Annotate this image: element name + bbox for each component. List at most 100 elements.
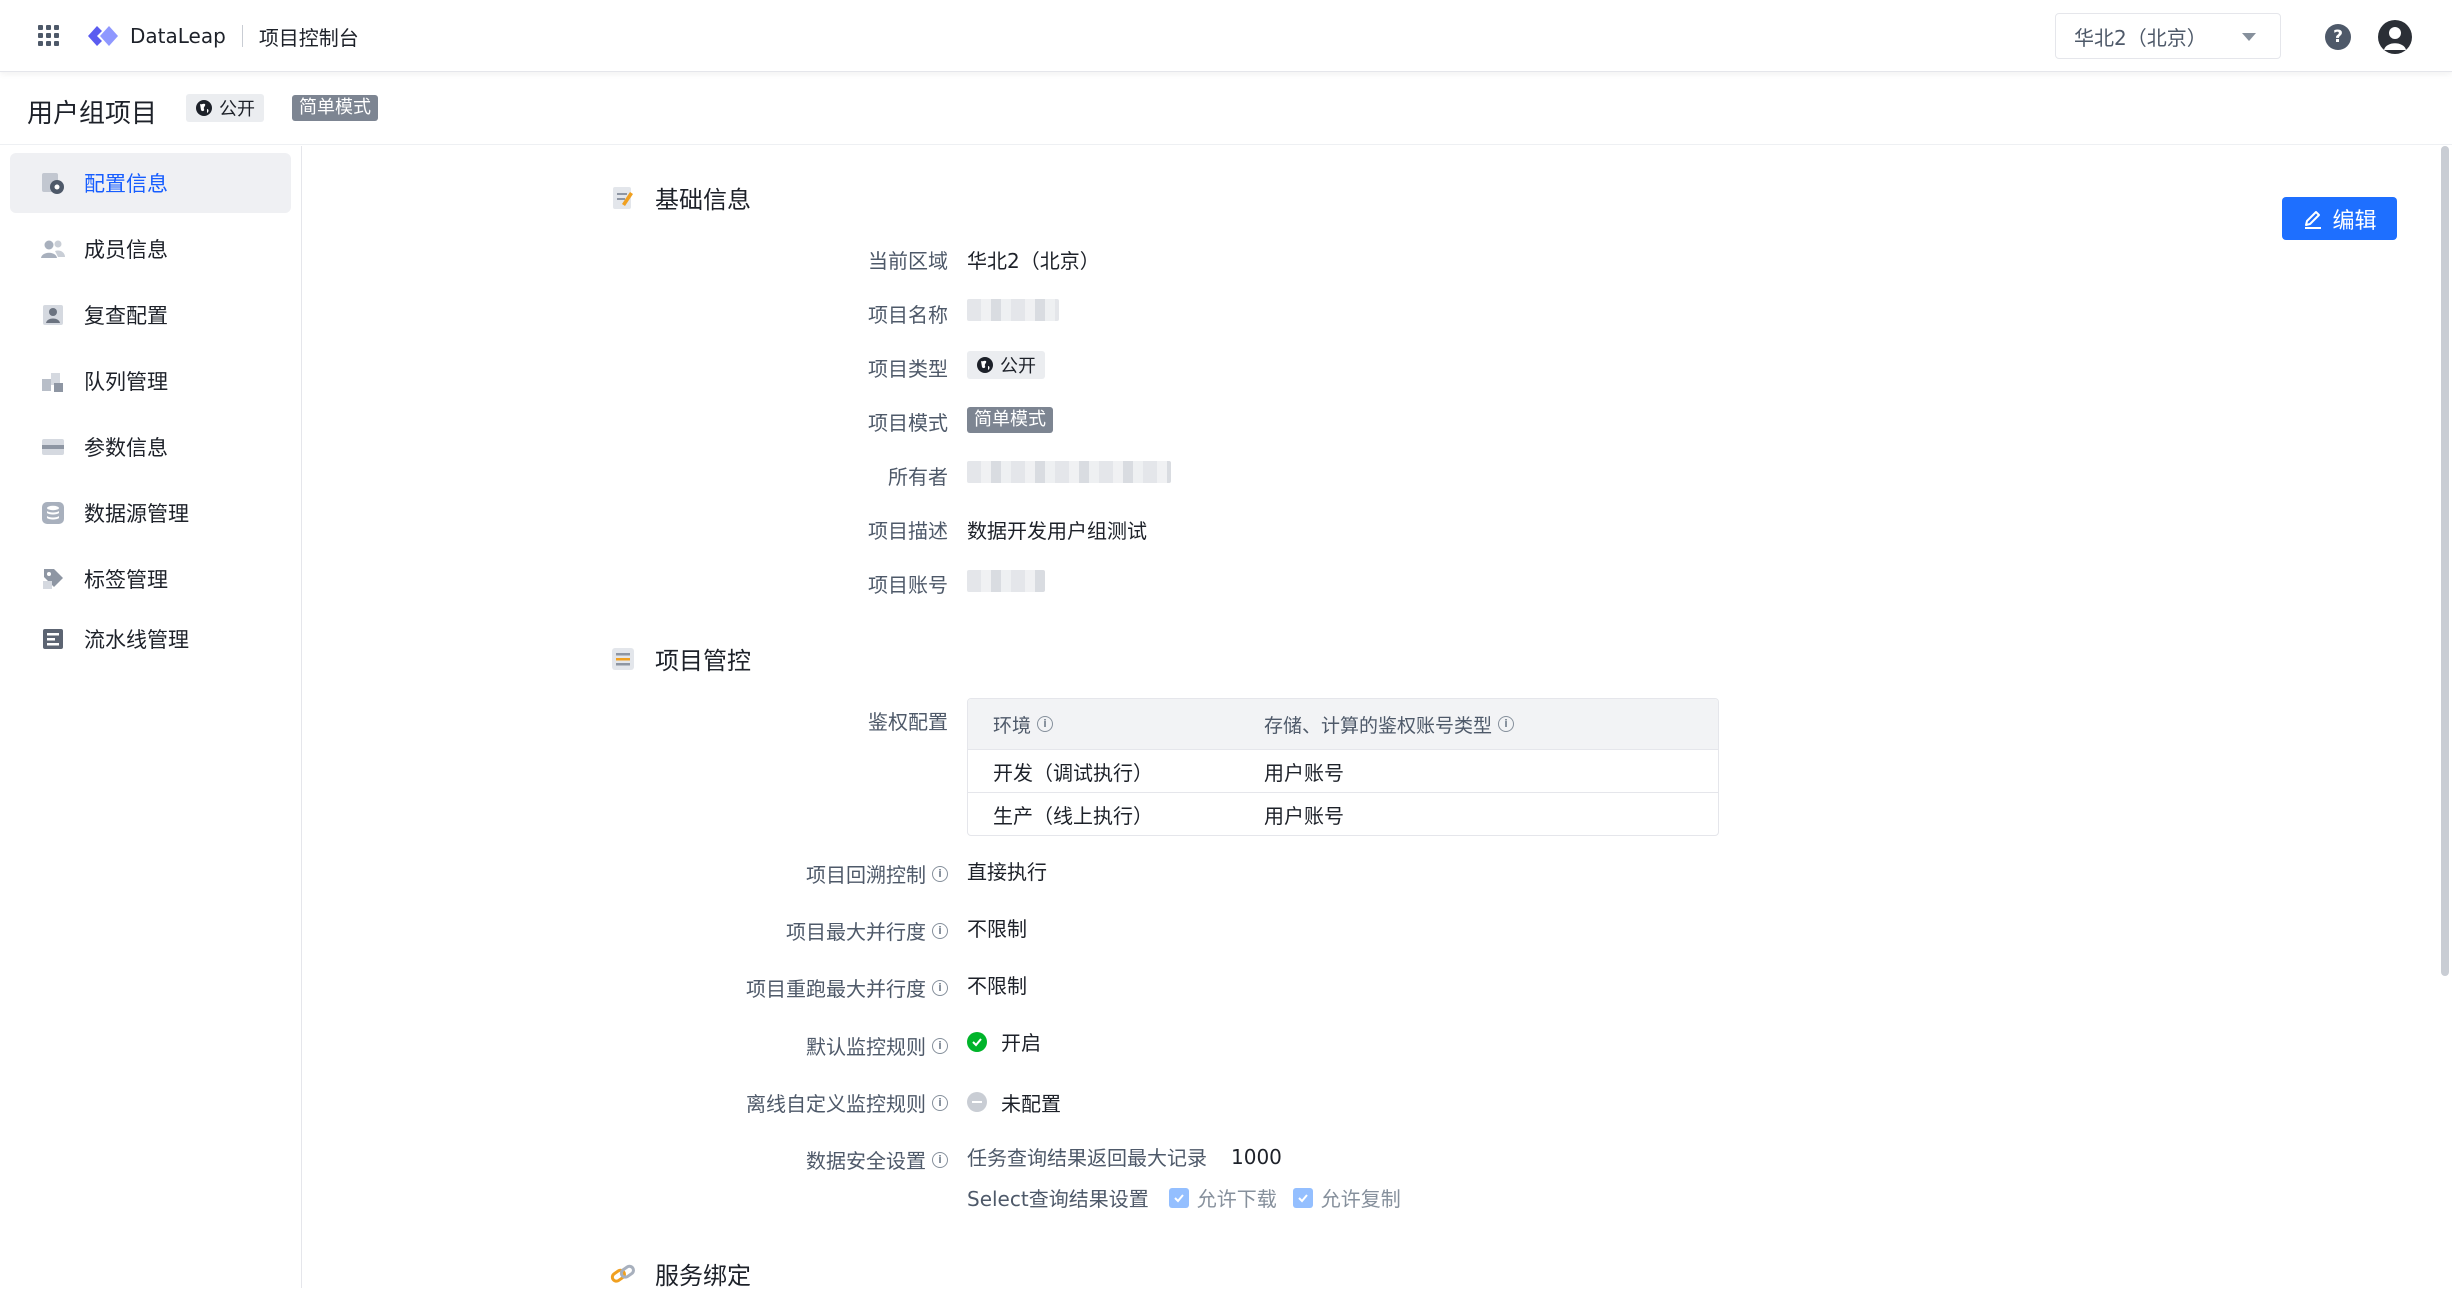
allow-download-label: 允许下载 [1196, 1187, 1277, 1211]
offline-monitor-value: 未配置 [967, 1084, 1061, 1117]
table-cell: 用户账号 [1264, 760, 1344, 785]
user-avatar-icon[interactable] [2378, 20, 2412, 54]
sidebar: 配置信息 成员信息 复查配置 队列管理 参数信息 数据源管理 标签管理 流水线管… [0, 146, 302, 1288]
basic-info-section-title: 基础信息 [609, 180, 751, 215]
default-monitor-label: 默认监控规则 i [806, 1031, 948, 1060]
label-text: 离线自定义监控规则 [746, 1092, 926, 1116]
rerun-parallel-label: 项目重跑最大并行度 i [746, 973, 948, 1002]
max-records-label: 任务查询结果返回最大记录 [967, 1146, 1207, 1170]
table-cell: 生产（线上执行） [993, 803, 1153, 828]
minus-circle-icon [967, 1092, 987, 1112]
allow-copy-checkbox[interactable] [1292, 1187, 1313, 1208]
document-edit-icon [613, 186, 633, 209]
info-icon[interactable]: i [932, 865, 948, 882]
top-navigation-bar: DataLeap 项目控制台 华北2（北京） ? [0, 0, 2452, 72]
globe-icon [977, 357, 993, 373]
visibility-tag-label: 公开 [219, 99, 255, 120]
project-control-section-title: 项目管控 [609, 641, 751, 676]
data-security-label: 数据安全设置 i [806, 1145, 948, 1174]
app-grid-icon[interactable] [38, 25, 60, 47]
max-records-value: 1000 [1231, 1144, 1282, 1169]
mode-tag: 简单模式 [967, 407, 1053, 433]
owner-value [967, 461, 1171, 488]
info-icon[interactable]: i [1498, 716, 1515, 732]
brand-divider [241, 25, 243, 47]
label-text: 数据安全设置 [806, 1149, 926, 1173]
control-list-icon [612, 647, 634, 670]
redacted-text [967, 299, 1059, 321]
max-records-setting: 任务查询结果返回最大记录 1000 [967, 1142, 1282, 1171]
region-select-value: 华北2（北京） [2074, 25, 2207, 50]
edit-button-label: 编辑 [2332, 208, 2377, 234]
project-account-label: 项目账号 [868, 573, 948, 597]
sidebar-item-label: 标签管理 [84, 568, 168, 592]
project-header: 用户组项目 公开 简单模式 [0, 73, 2452, 145]
section-title-text: 服务绑定 [655, 1262, 751, 1290]
table-row: 生产（线上执行） 用户账号 [968, 792, 1718, 835]
info-icon[interactable]: i [932, 1151, 948, 1168]
console-link[interactable]: 项目控制台 [259, 22, 359, 51]
info-icon[interactable]: i [932, 922, 948, 939]
globe-icon [196, 100, 212, 116]
table-header-cell: 存储、计算的鉴权账号类型 i [1264, 711, 1515, 738]
project-name-label: 项目名称 [868, 303, 948, 327]
visibility-tag: 公开 [967, 351, 1045, 379]
sidebar-item-label: 参数信息 [84, 436, 168, 460]
sidebar-item-label: 成员信息 [84, 238, 168, 262]
sidebar-item-pipeline[interactable]: 流水线管理 [10, 609, 291, 669]
project-type-value: 公开 [967, 351, 1045, 379]
region-select[interactable]: 华北2（北京） [2055, 13, 2281, 59]
label-text: 项目回溯控制 [806, 863, 926, 887]
sidebar-item-config[interactable]: 配置信息 [10, 153, 291, 213]
backtrack-control-value: 直接执行 [967, 860, 1047, 884]
select-setting-label: Select查询结果设置 [967, 1187, 1149, 1211]
project-name-value [967, 299, 1059, 326]
sidebar-item-tags[interactable]: 标签管理 [10, 549, 291, 609]
service-binding-section-title: 服务绑定 [609, 1256, 751, 1291]
check-circle-icon [967, 1031, 987, 1052]
table-header: 环境 i 存储、计算的鉴权账号类型 i [968, 699, 1718, 749]
info-icon[interactable]: i [932, 1037, 948, 1054]
table-row: 开发（调试执行） 用户账号 [968, 749, 1718, 792]
auth-config-label: 鉴权配置 [868, 710, 948, 734]
region-value: 华北2（北京） [967, 249, 1100, 273]
header-env: 环境 [993, 714, 1032, 737]
pencil-icon [2305, 210, 2322, 229]
sidebar-item-params[interactable]: 参数信息 [10, 417, 291, 477]
info-icon[interactable]: i [1037, 716, 1054, 732]
backtrack-control-label: 项目回溯控制 i [806, 859, 948, 888]
reviewer-icon [38, 300, 68, 330]
users-icon [38, 234, 68, 264]
project-type-label: 项目类型 [868, 357, 948, 381]
edit-button[interactable]: 编辑 [2282, 197, 2397, 240]
table-cell: 开发（调试执行） [993, 760, 1153, 785]
description-label: 项目描述 [868, 519, 948, 543]
dataleap-logo-icon [88, 26, 118, 46]
allow-download-checkbox[interactable] [1168, 1187, 1189, 1208]
sidebar-item-queue[interactable]: 队列管理 [10, 351, 291, 411]
description-value: 数据开发用户组测试 [967, 519, 1147, 543]
sidebar-item-datasource[interactable]: 数据源管理 [10, 483, 291, 543]
project-mode-label: 项目模式 [868, 411, 948, 435]
max-parallel-label: 项目最大并行度 i [786, 916, 948, 945]
section-title-text: 项目管控 [655, 647, 751, 675]
vertical-scrollbar[interactable] [2441, 146, 2449, 976]
rerun-parallel-value: 不限制 [967, 974, 1027, 998]
sidebar-item-label: 流水线管理 [84, 628, 189, 652]
info-icon[interactable]: i [932, 1094, 948, 1111]
sidebar-item-members[interactable]: 成员信息 [10, 219, 291, 279]
sidebar-item-label: 数据源管理 [84, 502, 189, 526]
label-text: 项目最大并行度 [786, 920, 926, 944]
params-card-icon [38, 432, 68, 462]
link-chain-icon [610, 1264, 635, 1283]
visibility-tag: 公开 [186, 94, 264, 122]
brand[interactable]: DataLeap 项目控制台 [86, 20, 359, 52]
redacted-text [967, 461, 1171, 483]
question-circle-icon[interactable]: ? [2325, 24, 2351, 50]
project-account-value [967, 570, 1045, 597]
allow-copy-label: 允许复制 [1320, 1187, 1401, 1211]
info-icon[interactable]: i [932, 979, 948, 996]
owner-label: 所有者 [888, 465, 948, 489]
tag-icon [38, 564, 68, 594]
sidebar-item-review[interactable]: 复查配置 [10, 285, 291, 345]
